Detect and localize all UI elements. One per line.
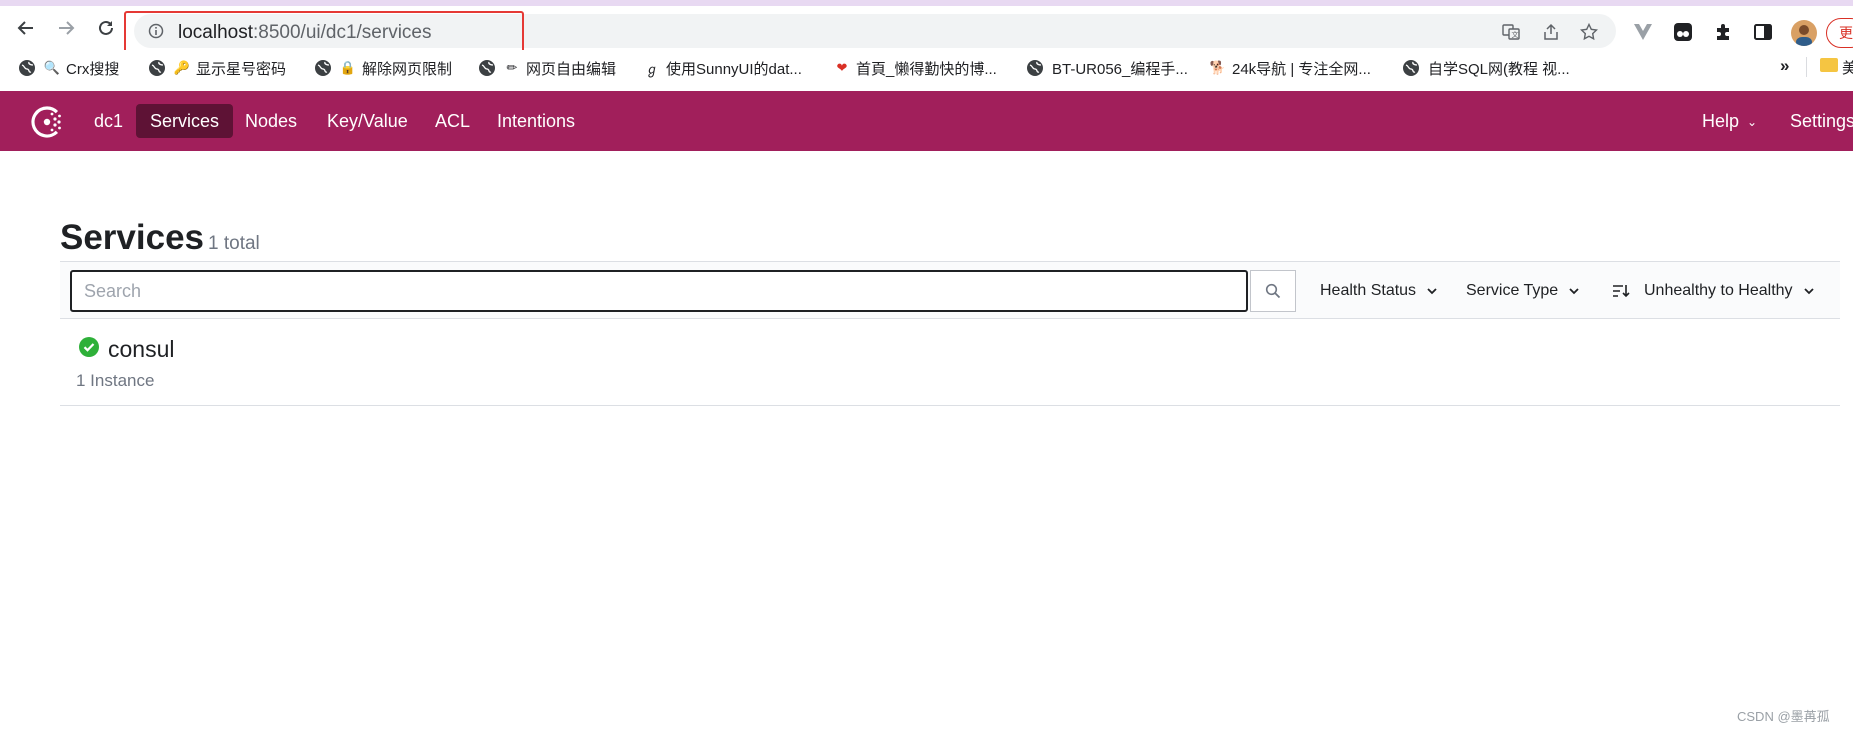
- bookmarks-overflow-button[interactable]: »: [1780, 56, 1789, 76]
- nav-site-icon: 🐕: [1209, 60, 1227, 75]
- globe-icon: [19, 60, 35, 76]
- globe-icon: [1403, 60, 1419, 76]
- globe-icon: [315, 60, 331, 76]
- bookmark-item[interactable]: BT-UR056_编程手...: [1026, 58, 1188, 78]
- pencil-icon: ✏: [506, 60, 518, 75]
- browser-toolbar: localhost:8500/ui/dc1/services 文 更: [0, 6, 1853, 53]
- bookmark-item[interactable]: ✏ 网页自由编辑: [478, 58, 616, 78]
- lock-icon: 🔒: [339, 60, 357, 75]
- chevron-down-icon: [1803, 288, 1814, 295]
- bookmark-label: 使用SunnyUI的dat...: [666, 60, 802, 78]
- watermark: CSDN @墨苒孤: [1737, 709, 1830, 724]
- bookmark-label: 首頁_懒得勤快的博...: [856, 60, 997, 78]
- globe-icon: [149, 60, 165, 76]
- bookmark-star-icon[interactable]: [1580, 23, 1598, 41]
- settings-link[interactable]: Settings: [1776, 104, 1853, 138]
- globe-icon: [479, 60, 495, 76]
- reload-icon: [99, 20, 113, 35]
- forward-button[interactable]: [52, 14, 80, 42]
- bookmark-item[interactable]: ❤ 首頁_懒得勤快的博...: [834, 58, 997, 78]
- nav-acl[interactable]: ACL: [421, 104, 484, 138]
- bookmark-item[interactable]: 🔑 显示星号密码: [148, 58, 286, 78]
- back-arrow-icon: [17, 21, 33, 35]
- reload-button[interactable]: [92, 14, 120, 42]
- search-icon: [1265, 283, 1281, 299]
- update-button[interactable]: 更: [1826, 18, 1853, 48]
- globe-icon: [1027, 60, 1043, 76]
- service-instance-count: 1 Instance: [76, 371, 155, 390]
- nav-services[interactable]: Services: [136, 104, 234, 138]
- bookmark-item[interactable]: 🐕 24k导航 | 专注全网...: [1210, 58, 1371, 78]
- forward-arrow-icon: [59, 21, 75, 35]
- bookmark-label: BT-UR056_编程手...: [1052, 60, 1188, 78]
- key-icon: 🔑: [173, 60, 191, 75]
- nav-nodes[interactable]: Nodes: [231, 104, 311, 138]
- bookmark-label: 显示星号密码: [196, 60, 287, 78]
- service-name-link[interactable]: consul: [108, 336, 174, 363]
- chevron-down-icon: [1569, 288, 1579, 295]
- service-type-filter[interactable]: Service Type: [1466, 280, 1580, 302]
- vue-devtools-icon[interactable]: [1632, 21, 1654, 43]
- page-title: Services: [60, 218, 205, 257]
- bookmark-item[interactable]: 🔍 Crx搜搜: [18, 58, 119, 78]
- help-label: Help: [1702, 111, 1740, 131]
- health-status-label: Health Status: [1320, 282, 1417, 299]
- url-highlight-annotation: [124, 11, 524, 53]
- back-button[interactable]: [12, 14, 40, 42]
- app-header: dc1 Services Nodes Key/Value ACL Intenti…: [0, 91, 1853, 151]
- bookmark-item[interactable]: ℊ 使用SunnyUI的dat...: [644, 58, 802, 78]
- chevron-down-icon: ⌄: [1747, 115, 1758, 130]
- profile-avatar[interactable]: [1791, 20, 1817, 46]
- chevron-down-icon: [1427, 288, 1437, 295]
- sort-label: Unhealthy to Healthy: [1644, 282, 1793, 299]
- share-icon[interactable]: [1542, 23, 1560, 41]
- side-panel-icon[interactable]: [1752, 21, 1774, 43]
- bookmark-label: 24k导航 | 专注全网...: [1232, 60, 1371, 78]
- nav-intentions[interactable]: Intentions: [483, 104, 589, 138]
- bookmark-item[interactable]: 自学SQL网(教程 视...: [1402, 58, 1570, 78]
- translate-icon[interactable]: 文: [1502, 23, 1520, 41]
- service-type-label: Service Type: [1466, 282, 1559, 299]
- sunnyui-icon: ℊ: [645, 61, 659, 77]
- blog-heart-icon: ❤: [836, 60, 848, 75]
- magnifier-icon: 🔍: [43, 60, 61, 75]
- search-input[interactable]: [70, 270, 1248, 312]
- extensions-puzzle-icon[interactable]: [1712, 21, 1734, 43]
- bookmarks-bar: 🔍 Crx搜搜 🔑 显示星号密码 🔒 解除网页限制 ✏ 网页自由编辑 ℊ 使用SunnyU…: [0, 50, 1853, 86]
- tampermonkey-icon[interactable]: [1672, 21, 1694, 43]
- bookmarks-divider: [1806, 57, 1807, 77]
- folder-icon[interactable]: [1820, 58, 1838, 72]
- sort-icon: [1613, 285, 1630, 298]
- sort-selector[interactable]: Unhealthy to Healthy: [1612, 280, 1815, 302]
- consul-logo-icon[interactable]: [28, 103, 66, 141]
- bookmark-label: Crx搜搜: [66, 60, 120, 78]
- bookmark-label: 解除网页限制: [362, 60, 453, 78]
- nav-key-value[interactable]: Key/Value: [313, 104, 422, 138]
- services-count: 1 total: [208, 233, 260, 254]
- help-menu[interactable]: Help ⌄: [1688, 104, 1771, 138]
- datacenter-selector[interactable]: dc1: [80, 104, 137, 138]
- passing-check-icon: [79, 337, 99, 357]
- service-row[interactable]: [60, 320, 1840, 406]
- svg-text:文: 文: [1512, 30, 1519, 39]
- bookmark-folder-label[interactable]: 美: [1842, 57, 1853, 78]
- bookmark-item[interactable]: 🔒 解除网页限制: [314, 58, 452, 78]
- bookmark-label: 网页自由编辑: [526, 60, 617, 78]
- search-button[interactable]: [1250, 270, 1296, 312]
- health-status-filter[interactable]: Health Status: [1320, 280, 1438, 302]
- bookmark-label: 自学SQL网(教程 视...: [1428, 60, 1570, 78]
